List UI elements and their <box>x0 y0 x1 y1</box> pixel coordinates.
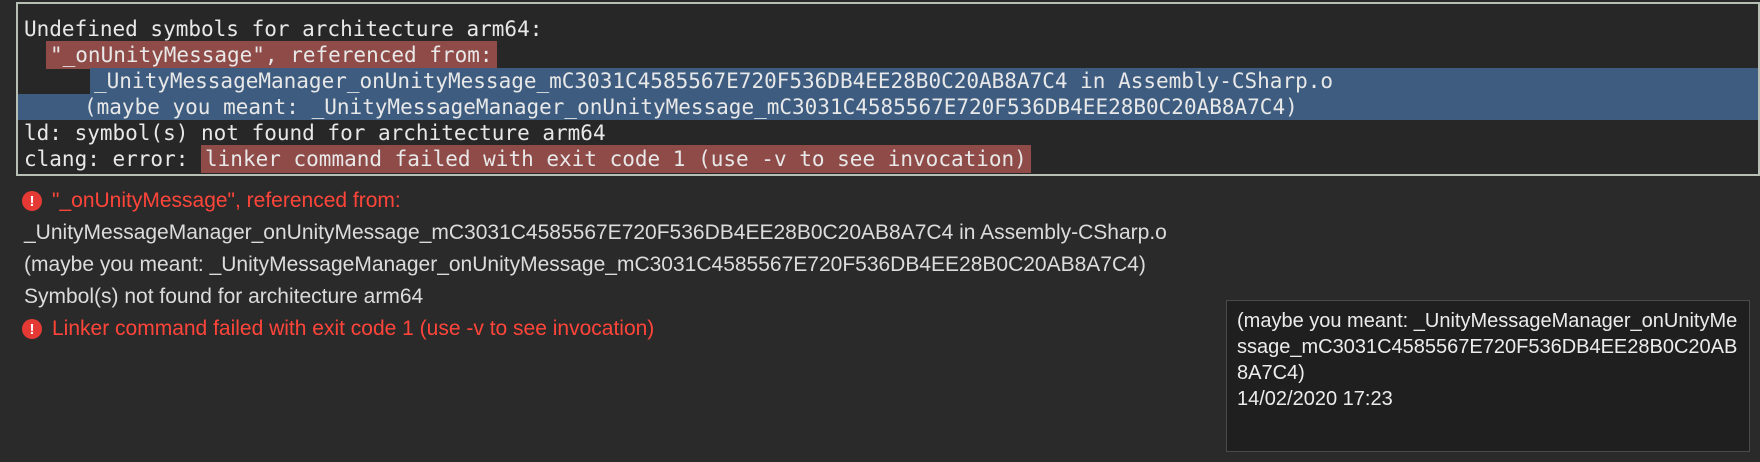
issue-note[interactable]: Symbol(s) not found for architecture arm… <box>0 282 423 312</box>
issue-tooltip: (maybe you meant: _UnityMessageManager_o… <box>1226 300 1750 452</box>
console-line-text: (maybe you meant: _UnityMessageManager_o… <box>84 95 1298 119</box>
console-line-text: Undefined symbols for architecture arm64… <box>24 17 543 41</box>
issue-note[interactable]: _UnityMessageManager_onUnityMessage_mC30… <box>0 218 1167 248</box>
issue-note[interactable]: (maybe you meant: _UnityMessageManager_o… <box>0 250 1146 280</box>
console-line-text: ld: symbol(s) not found for architecture… <box>24 121 606 145</box>
issue-text: (maybe you meant: _UnityMessageManager_o… <box>24 253 1146 276</box>
console-line-prefix: clang: error: <box>24 147 202 171</box>
error-icon: ! <box>22 319 42 339</box>
console-line: (maybe you meant: _UnityMessageManager_o… <box>18 94 1758 120</box>
selected-text-red: "_onUnityMessage", referenced from: <box>46 41 497 69</box>
issue-text: _UnityMessageManager_onUnityMessage_mC30… <box>24 221 1167 244</box>
console-line: "_onUnityMessage", referenced from: <box>18 41 1758 69</box>
tooltip-text: (maybe you meant: _UnityMessageManager_o… <box>1237 310 1738 384</box>
issue-text: Symbol(s) not found for architecture arm… <box>24 285 424 308</box>
issue-error[interactable]: ! "_onUnityMessage", referenced from: <box>0 186 401 216</box>
console-line: clang: error: linker command failed with… <box>18 145 1758 173</box>
console-line: Undefined symbols for architecture arm64… <box>18 16 1758 42</box>
console-line-text: _UnityMessageManager_onUnityMessage_mC30… <box>94 69 1334 93</box>
console-line: ld: symbol(s) not found for architecture… <box>18 120 1758 146</box>
issue-text: Linker command failed with exit code 1 (… <box>52 317 655 340</box>
error-icon: ! <box>22 191 42 211</box>
issue-error[interactable]: ! Linker command failed with exit code 1… <box>0 314 654 344</box>
tooltip-timestamp: 14/02/2020 17:23 <box>1237 388 1393 410</box>
issue-text: "_onUnityMessage", referenced from: <box>52 189 401 212</box>
selected-text-red: linker command failed with exit code 1 (… <box>201 145 1031 173</box>
build-log-console[interactable]: Undefined symbols for architecture arm64… <box>16 2 1760 176</box>
console-line: _UnityMessageManager_onUnityMessage_mC30… <box>18 68 1758 94</box>
